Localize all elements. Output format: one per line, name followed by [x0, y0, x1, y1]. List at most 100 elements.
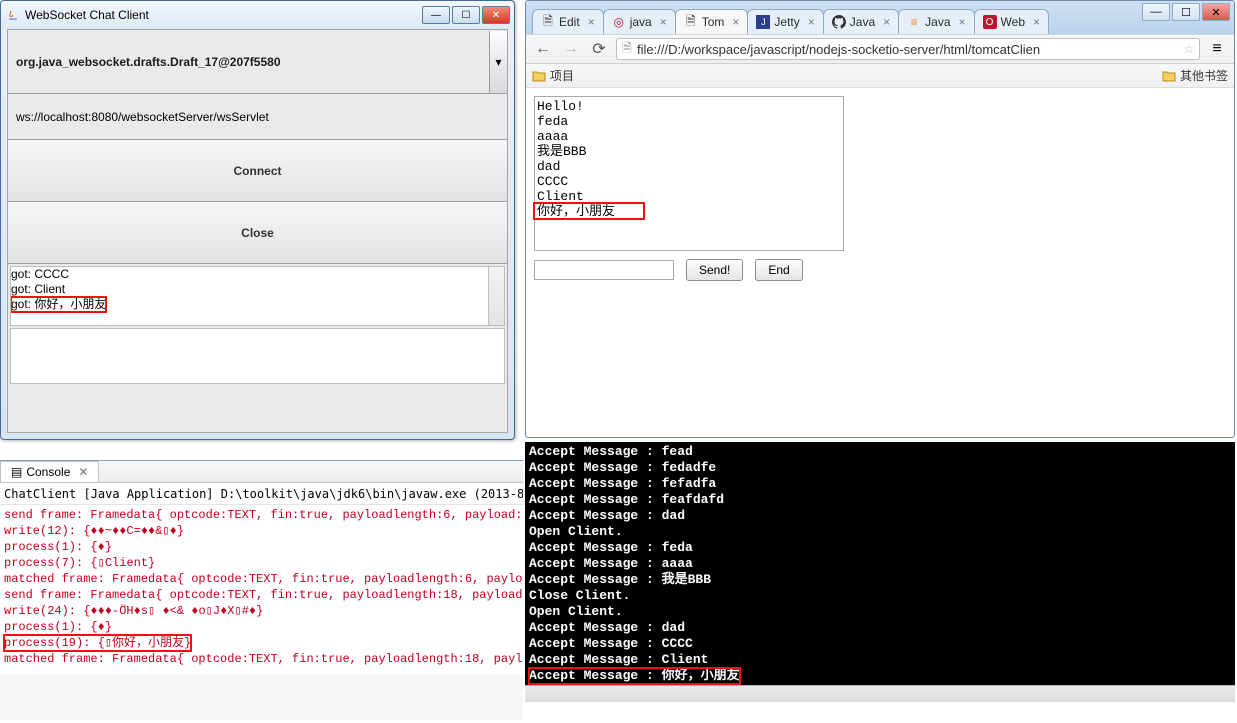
forward-button[interactable]: →	[560, 38, 582, 60]
chrome-tabstrip: 🗎 Edit × ◎ java × 🗎 Tom × J Jetty	[526, 1, 1234, 34]
close-icon[interactable]: ×	[1033, 15, 1040, 29]
browser-tab[interactable]: O Web ×	[974, 9, 1049, 34]
draft-dropdown[interactable]: org.java_websocket.drafts.Draft_17@207f5…	[8, 30, 507, 94]
tab-label: Edit	[559, 15, 580, 29]
message-input[interactable]	[10, 328, 505, 384]
minimize-button[interactable]: —	[1142, 3, 1170, 21]
chrome-toolbar: ← → ⟳ 🗎 file:///D:/workspace/javascript/…	[526, 34, 1234, 64]
close-button[interactable]: ✕	[1202, 3, 1230, 21]
page-content: Hello! feda aaaa 我是BBB dad CCCC Client 你…	[526, 88, 1234, 289]
java-titlebar[interactable]: WebSocket Chat Client — ☐ ✕	[1, 1, 514, 29]
java-chat-window: WebSocket Chat Client — ☐ ✕ org.java_web…	[0, 0, 515, 440]
close-icon[interactable]: ×	[660, 15, 667, 29]
github-icon	[832, 15, 846, 29]
log-line-highlight: got: 你好，小朋友	[11, 297, 106, 312]
term-line: Accept Message : fead	[529, 444, 1231, 460]
address-text: file:///D:/workspace/javascript/nodejs-s…	[637, 42, 1179, 57]
console-line: send frame: Framedata{ optcode:TEXT, fin…	[4, 507, 519, 523]
reload-button[interactable]: ⟳	[588, 38, 610, 60]
file-icon: 🗎	[617, 39, 637, 60]
console-line: process(1): {♦}	[4, 619, 519, 635]
log-textarea[interactable]: got: CCCC got: Client got: 你好，小朋友	[10, 266, 505, 326]
term-line: Accept Message : CCCC	[529, 636, 1231, 652]
close-conn-button[interactable]: Close	[8, 202, 507, 264]
console-tab[interactable]: ▤ Console ✕	[0, 461, 99, 482]
console-output[interactable]: send frame: Framedata{ optcode:TEXT, fin…	[0, 505, 523, 675]
close-icon[interactable]: ×	[959, 15, 966, 29]
file-icon: 🗎	[684, 15, 698, 29]
ws-url-field[interactable]: ws://localhost:8080/websocketServer/wsSe…	[8, 94, 507, 140]
term-line: Accept Message : dad	[529, 620, 1231, 636]
log-line: got: Client	[11, 282, 504, 297]
term-line: Close Client.	[529, 588, 1231, 604]
java-client-area: org.java_websocket.drafts.Draft_17@207f5…	[7, 29, 508, 433]
console-line: process(7): {▯Client}	[4, 555, 519, 571]
term-line-highlight: Accept Message : 你好，小朋友	[529, 668, 740, 684]
browser-tab[interactable]: 🗎 Edit ×	[532, 9, 604, 34]
minimize-button[interactable]: —	[422, 6, 450, 24]
console-line: send frame: Framedata{ optcode:TEXT, fin…	[4, 587, 519, 603]
term-line: Accept Message : fefadfa	[529, 476, 1231, 492]
tab-label: Tom	[702, 15, 725, 29]
bookmark-label: 项目	[550, 67, 574, 84]
close-icon[interactable]: ×	[732, 15, 739, 29]
scrollbar-vertical[interactable]	[488, 267, 504, 325]
ide-console-pane: ▤ Console ✕ ChatClient [Java Application…	[0, 460, 523, 720]
scrollbar-horizontal[interactable]	[525, 685, 1235, 702]
address-bar[interactable]: 🗎 file:///D:/workspace/javascript/nodejs…	[616, 38, 1200, 60]
bookmark-folder[interactable]: 项目	[532, 67, 574, 84]
browser-tab[interactable]: ◎ java ×	[603, 9, 676, 34]
term-line: Open Client.	[529, 524, 1231, 540]
tab-label: java	[630, 15, 652, 29]
chat-textarea[interactable]: Hello! feda aaaa 我是BBB dad CCCC Client 你…	[534, 96, 844, 251]
console-line: write(24): {♦♦♦-Ö̈H♦s▯ ♦<& ♦o▯J♦X▯#♦}	[4, 603, 519, 619]
term-line: Accept Message : 我是BBB	[529, 572, 1231, 588]
back-button[interactable]: ←	[532, 38, 554, 60]
bookmark-folder-other[interactable]: 其他书签	[1162, 67, 1228, 84]
send-button[interactable]: Send!	[686, 259, 743, 281]
term-line: Accept Message : fedadfe	[529, 460, 1231, 476]
browser-tab[interactable]: J Jetty ×	[747, 9, 823, 34]
term-line: Accept Message : dad	[529, 508, 1231, 524]
bookmarks-bar: 项目 其他书签	[526, 64, 1234, 88]
textarea-line: CCCC	[537, 174, 841, 189]
server-terminal[interactable]: Accept Message : fead Accept Message : f…	[525, 442, 1235, 702]
draft-dropdown-value: org.java_websocket.drafts.Draft_17@207f5…	[8, 55, 489, 69]
star-icon[interactable]: ☆	[1179, 42, 1199, 56]
console-header: ChatClient [Java Application] D:\toolkit…	[0, 483, 523, 505]
end-button[interactable]: End	[755, 259, 802, 281]
ws-url-value: ws://localhost:8080/websocketServer/wsSe…	[16, 110, 269, 124]
log-line: got: CCCC	[11, 267, 504, 282]
close-icon[interactable]: ×	[883, 15, 890, 29]
browser-tab[interactable]: ≡ Java ×	[898, 9, 974, 34]
file-icon: 🗎	[541, 15, 555, 29]
close-icon[interactable]: ✕	[78, 465, 88, 479]
textarea-line: Hello!	[537, 99, 841, 114]
maximize-button[interactable]: ☐	[1172, 3, 1200, 21]
chevron-down-icon[interactable]: ▾	[489, 31, 507, 93]
connect-button[interactable]: Connect	[8, 140, 507, 202]
term-line: Accept Message : feafdafd	[529, 492, 1231, 508]
console-line: matched frame: Framedata{ optcode:TEXT, …	[4, 651, 519, 667]
textarea-line: dad	[537, 159, 841, 174]
textarea-line: feda	[537, 114, 841, 129]
chrome-window: 🗎 Edit × ◎ java × 🗎 Tom × J Jetty	[525, 0, 1235, 438]
close-icon[interactable]: ×	[808, 15, 815, 29]
close-icon[interactable]: ×	[588, 15, 595, 29]
browser-tab[interactable]: Java ×	[823, 9, 899, 34]
term-line: Accept Message : Client	[529, 652, 1231, 668]
maximize-button[interactable]: ☐	[452, 6, 480, 24]
close-button[interactable]: ✕	[482, 6, 510, 24]
menu-icon[interactable]: ≡	[1206, 38, 1228, 60]
console-line: write(12): {♦♦~♦♦C=♦♦&▯♦}	[4, 523, 519, 539]
console-icon: ▤	[11, 465, 22, 479]
message-input[interactable]	[534, 260, 674, 280]
console-line: process(1): {♦}	[4, 539, 519, 555]
browser-tab-active[interactable]: 🗎 Tom ×	[675, 9, 749, 34]
tab-label: Java	[925, 15, 950, 29]
textarea-line: 我是BBB	[537, 144, 841, 159]
highlight-box	[533, 202, 645, 220]
jetty-icon: J	[756, 15, 770, 29]
term-line: Accept Message : aaaa	[529, 556, 1231, 572]
java-window-title: WebSocket Chat Client	[21, 8, 422, 22]
